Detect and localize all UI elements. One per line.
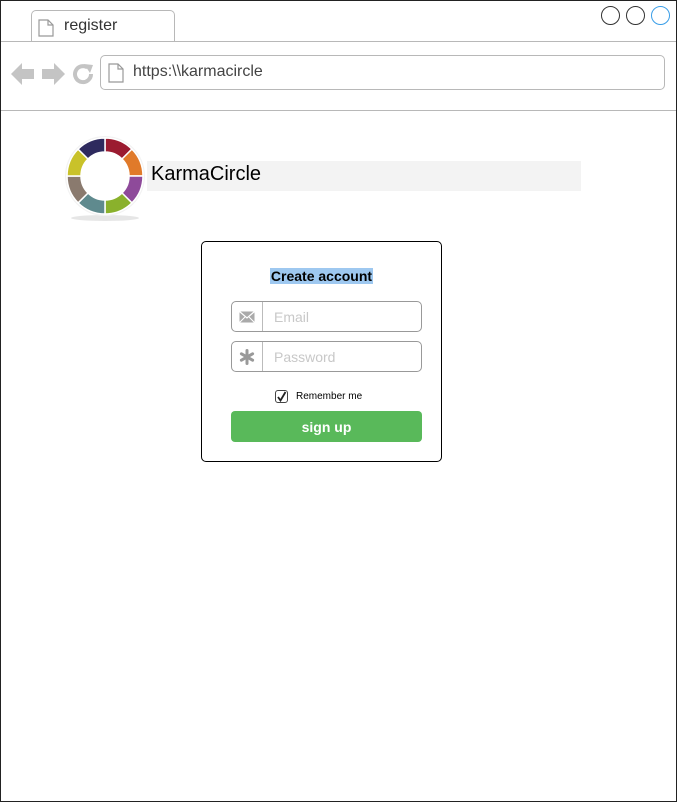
form-title-text: Create account (269, 268, 374, 284)
window-close-button[interactable] (651, 6, 670, 25)
checkmark-icon (277, 391, 287, 402)
remember-me-label: Remember me (296, 390, 363, 402)
back-arrow-icon[interactable] (11, 63, 35, 90)
password-field[interactable] (231, 341, 429, 372)
remember-me-checkbox[interactable] (275, 389, 288, 403)
asterisk-icon (232, 342, 263, 371)
browser-tab[interactable]: register (31, 10, 175, 41)
browser-toolbar: https:\\karmacircle (1, 42, 676, 111)
reload-icon[interactable] (72, 63, 94, 90)
window-minimize-button[interactable] (601, 6, 620, 25)
email-field[interactable] (231, 301, 429, 332)
forward-arrow-icon[interactable] (41, 63, 65, 90)
document-icon (38, 19, 54, 42)
url-text: https:\\karmacircle (133, 63, 263, 80)
signup-card: Create account Email Remember me sign up (201, 241, 442, 462)
address-bar[interactable]: https:\\karmacircle (100, 55, 665, 90)
remember-me-row: Remember me (275, 388, 362, 404)
document-icon (108, 63, 124, 88)
tab-title: register (64, 17, 118, 34)
form-title: Create account (202, 268, 441, 284)
window-maximize-button[interactable] (626, 6, 645, 25)
email-input[interactable] (263, 302, 429, 331)
brand-name: KarmaCircle (151, 163, 262, 185)
tab-strip: register (1, 1, 676, 42)
password-input[interactable] (263, 342, 429, 371)
browser-window: register https:\\karmacircle KarmaCircle… (0, 0, 677, 802)
envelope-icon (232, 302, 263, 331)
karmacircle-logo-icon (60, 131, 150, 226)
sign-up-button[interactable]: sign up (231, 411, 422, 442)
